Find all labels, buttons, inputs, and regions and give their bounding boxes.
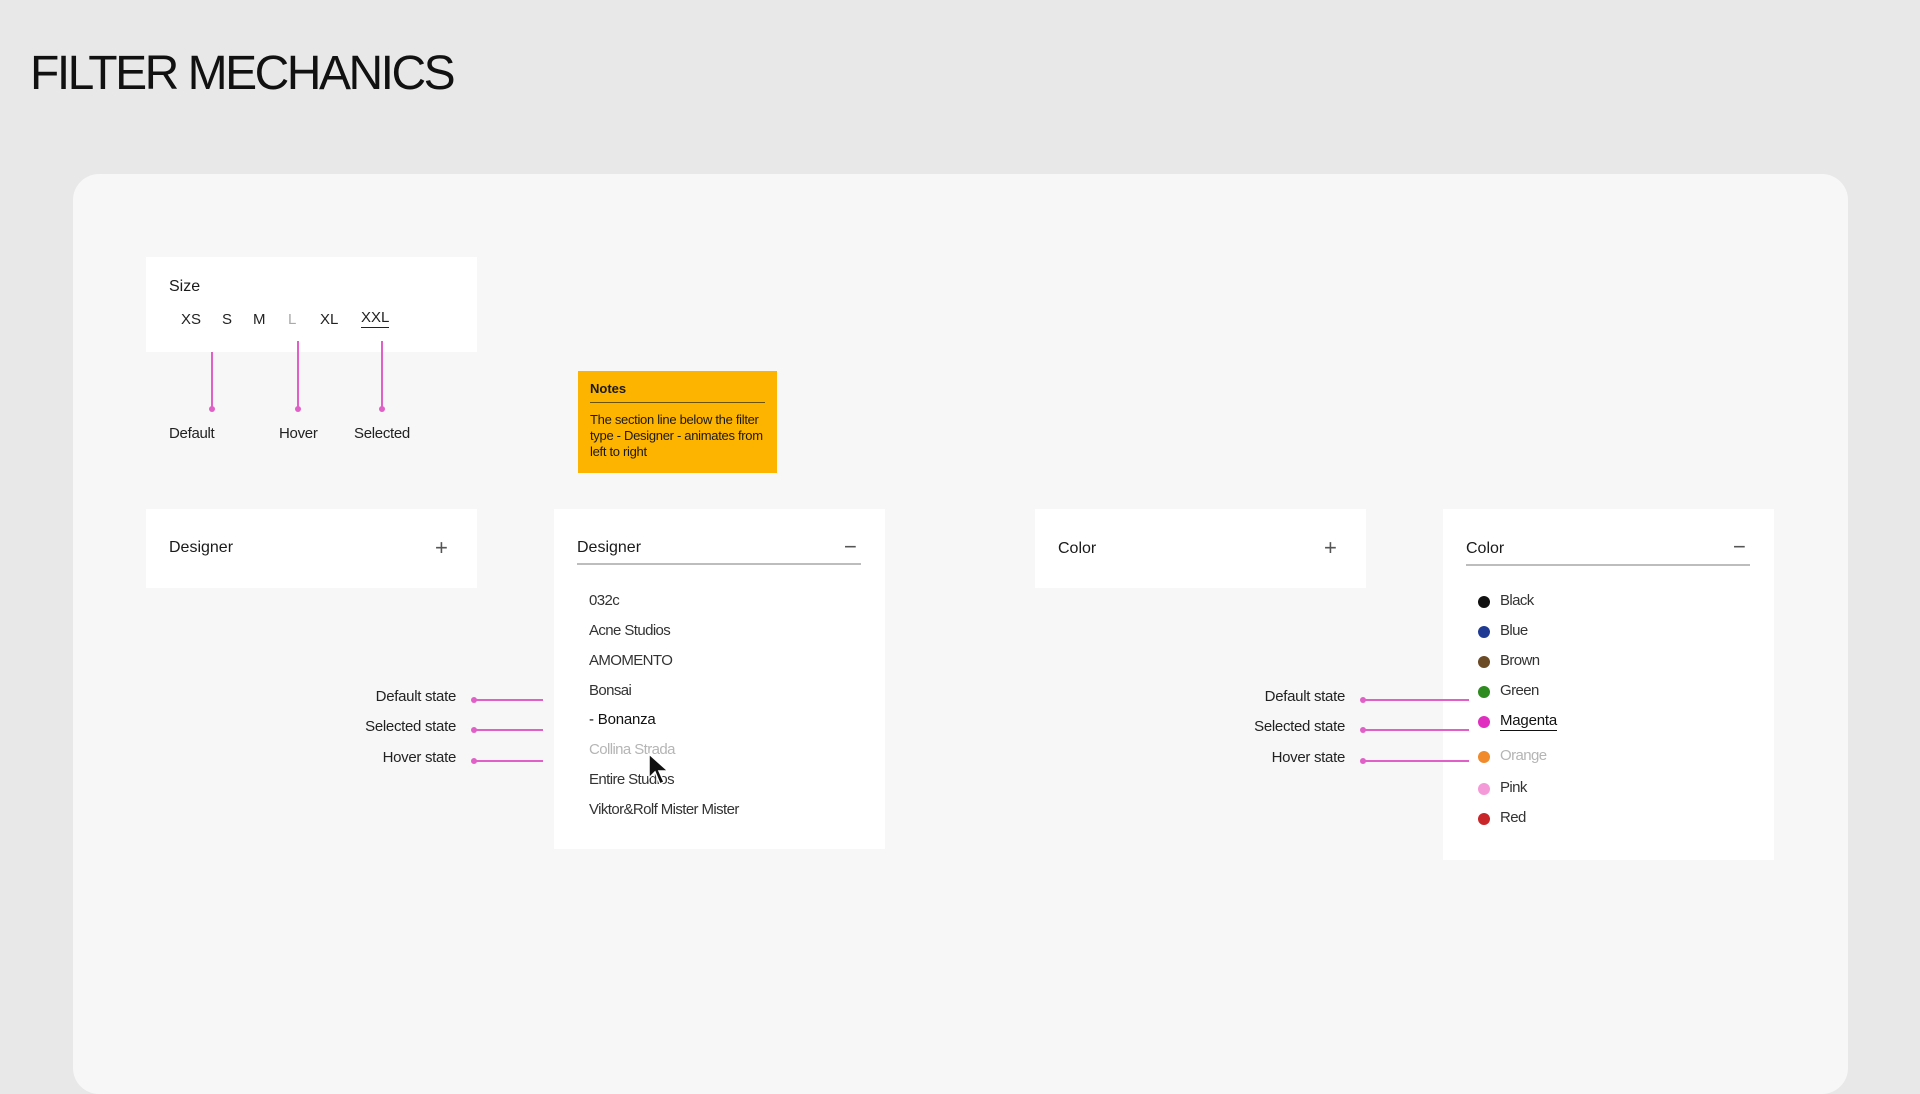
color-item-black[interactable]: Black: [1500, 592, 1534, 609]
designer-item-selected[interactable]: - Bonanza: [589, 711, 656, 728]
color-swatch-magenta-icon: [1478, 716, 1490, 728]
annotation-line: [1363, 699, 1469, 701]
annotation-hover-state: Hover state: [382, 749, 457, 766]
plus-icon[interactable]: +: [1324, 537, 1337, 559]
color-item-green[interactable]: Green: [1500, 682, 1539, 699]
size-option-m[interactable]: M: [253, 311, 266, 328]
designer-item[interactable]: 032c: [589, 592, 620, 609]
annotation-default-state: Default state: [375, 688, 457, 705]
designer-filter-title: Designer: [577, 539, 642, 556]
size-filter-card: Size XS S M L XL XXL: [146, 257, 477, 352]
color-filter-title: Color: [1058, 540, 1097, 557]
size-option-xxl[interactable]: XXL: [361, 309, 390, 328]
designer-item[interactable]: Viktor&Rolf Mister Mister: [589, 801, 739, 818]
notes-card: Notes The section line below the filter …: [578, 371, 777, 473]
annotation-dot-default: [209, 406, 215, 412]
color-item-blue[interactable]: Blue: [1500, 622, 1528, 639]
annotation-dot-hover: [295, 406, 301, 412]
color-swatch-blue-icon: [1478, 626, 1490, 638]
minus-icon[interactable]: −: [844, 536, 857, 558]
mouse-cursor-icon: [648, 753, 670, 786]
notes-title: Notes: [590, 381, 765, 403]
size-option-l[interactable]: L: [288, 311, 296, 328]
annotation-default-state: Default state: [1264, 688, 1346, 705]
designer-item[interactable]: Acne Studios: [589, 622, 671, 639]
annotation-line: [474, 760, 543, 762]
annotation-line: [474, 699, 543, 701]
designer-item[interactable]: AMOMENTO: [589, 652, 673, 669]
annotation-line-selected: [381, 341, 383, 408]
designer-filter-expanded: Designer − 032c Acne Studios AMOMENTO Bo…: [554, 509, 885, 849]
size-filter-title: Size: [169, 278, 201, 295]
color-swatch-red-icon: [1478, 813, 1490, 825]
notes-body: The section line below the filter type -…: [590, 412, 763, 459]
size-option-xs[interactable]: XS: [181, 311, 201, 328]
designer-filter-title: Designer: [169, 539, 234, 556]
color-filter-collapsed[interactable]: Color +: [1035, 509, 1366, 588]
designer-filter-collapsed[interactable]: Designer +: [146, 509, 477, 588]
page-title: FILTER MECHANICS: [30, 47, 456, 100]
annotation-label-default: Default: [169, 425, 215, 442]
annotation-line: [1363, 729, 1469, 731]
color-item-pink[interactable]: Pink: [1500, 779, 1527, 796]
annotation-hover-state: Hover state: [1271, 749, 1346, 766]
color-item-brown[interactable]: Brown: [1500, 652, 1540, 669]
color-swatch-green-icon: [1478, 686, 1490, 698]
annotation-line: [1363, 760, 1469, 762]
annotation-label-hover: Hover: [279, 425, 318, 442]
minus-icon[interactable]: −: [1733, 536, 1746, 558]
size-option-xl[interactable]: XL: [320, 311, 338, 328]
color-item-red[interactable]: Red: [1500, 809, 1526, 826]
size-option-s[interactable]: S: [222, 311, 232, 328]
annotation-line: [474, 729, 543, 731]
annotation-dot-selected: [379, 406, 385, 412]
annotation-selected-state: Selected state: [1254, 718, 1345, 735]
annotation-selected-state: Selected state: [365, 718, 456, 735]
designer-item[interactable]: Bonsai: [589, 682, 632, 699]
color-filter-expanded: Color − Black Blue Brown Green Magenta Orange…: [1443, 509, 1774, 860]
section-line: [1466, 564, 1750, 566]
color-swatch-black-icon: [1478, 596, 1490, 608]
color-swatch-brown-icon: [1478, 656, 1490, 668]
annotation-line-default: [211, 352, 213, 408]
color-item-orange[interactable]: Orange: [1500, 747, 1547, 764]
color-swatch-pink-icon: [1478, 783, 1490, 795]
section-line: [577, 563, 861, 565]
annotation-label-selected: Selected: [354, 425, 410, 442]
annotation-line-hover: [297, 341, 299, 408]
color-item-magenta[interactable]: Magenta: [1500, 712, 1557, 731]
plus-icon[interactable]: +: [435, 537, 448, 559]
color-swatch-orange-icon: [1478, 751, 1490, 763]
color-filter-title: Color: [1466, 540, 1505, 557]
